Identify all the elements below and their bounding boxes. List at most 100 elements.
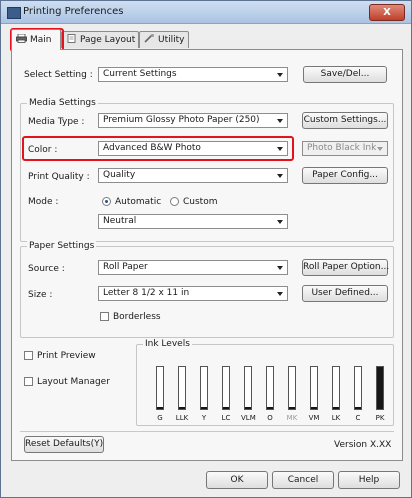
ink-label-lk: LK (331, 414, 341, 422)
layout-manager-label: Layout Manager (37, 377, 110, 387)
roll-paper-option-button[interactable]: Roll Paper Option... (302, 259, 389, 276)
ink-level-bar-o (266, 366, 274, 410)
ink-level-fill (333, 407, 339, 409)
mode-custom-label: Custom (183, 197, 218, 207)
black-ink-combo: Photo Black Ink (302, 141, 388, 156)
ink-label-vm: VM (308, 414, 320, 422)
ink-level-bar-lk (332, 366, 340, 410)
ink-level-bar-pk (376, 366, 384, 410)
color-combo[interactable]: Advanced B&W Photo (98, 141, 288, 156)
size-label: Size : (28, 290, 53, 300)
main-tab-panel: Select Setting : Current Settings Save/D… (11, 49, 403, 461)
ink-level-bar-y (200, 366, 208, 410)
chevron-down-icon (277, 174, 283, 178)
chevron-down-icon (277, 220, 283, 224)
print-quality-label: Print Quality : (28, 172, 90, 182)
color-value: Advanced B&W Photo (103, 143, 201, 153)
tab-page-layout[interactable]: Page Layout (61, 31, 139, 48)
layout-manager-checkbox[interactable] (24, 377, 33, 386)
title-bar[interactable]: Printing Preferences X (1, 1, 411, 24)
user-defined-button[interactable]: User Defined... (302, 285, 388, 302)
ink-level-fill (355, 407, 361, 409)
cancel-button[interactable]: Cancel (272, 471, 334, 489)
ink-label-pk: PK (375, 414, 385, 422)
chevron-down-icon (277, 292, 283, 296)
ink-level-bar-g (156, 366, 164, 410)
reset-defaults-button[interactable]: Reset Defaults(Y) (24, 436, 104, 453)
ink-level-fill (223, 407, 229, 409)
save-del-button[interactable]: Save/Del... (303, 66, 387, 83)
printer-icon (16, 34, 27, 43)
size-value: Letter 8 1/2 x 11 in (103, 288, 190, 298)
ink-label-g: G (157, 414, 163, 422)
ink-label-mk: MK (286, 414, 298, 422)
black-ink-value: Photo Black Ink (307, 143, 377, 153)
mode-automatic-radio[interactable] (102, 197, 111, 206)
print-quality-value: Quality (103, 170, 136, 180)
select-setting-value: Current Settings (103, 69, 177, 79)
ink-level-bar-c (354, 366, 362, 410)
ink-label-llk: LLK (175, 414, 189, 422)
ink-level-fill (267, 407, 273, 409)
utility-icon (144, 34, 154, 43)
chevron-down-icon (277, 119, 283, 123)
media-type-combo[interactable]: Premium Glossy Photo Paper (250) (98, 113, 288, 128)
ink-label-o: O (267, 414, 273, 422)
mode-label: Mode : (28, 197, 59, 207)
paper-settings-title: Paper Settings (27, 241, 97, 251)
close-button[interactable]: X (369, 4, 405, 21)
tab-main[interactable]: Main (11, 29, 61, 50)
ink-label-lc: LC (221, 414, 231, 422)
footer-divider (20, 431, 394, 432)
source-label: Source : (28, 264, 65, 274)
ink-level-fill (289, 407, 295, 409)
borderless-checkbox[interactable] (100, 312, 109, 321)
select-setting-combo[interactable]: Current Settings (98, 67, 288, 82)
print-quality-combo[interactable]: Quality (98, 168, 288, 183)
custom-settings-button[interactable]: Custom Settings... (302, 112, 388, 129)
media-type-label: Media Type : (28, 117, 85, 127)
chevron-down-icon (277, 147, 283, 151)
media-settings-title: Media Settings (27, 98, 98, 108)
source-value: Roll Paper (103, 262, 148, 272)
source-combo[interactable]: Roll Paper (98, 260, 288, 275)
tab-utility-label: Utility (158, 35, 185, 45)
tone-combo[interactable]: Neutral (98, 214, 288, 229)
media-type-value: Premium Glossy Photo Paper (250) (103, 115, 260, 125)
window-title: Printing Preferences (23, 6, 124, 17)
ink-level-bar-vlm (244, 366, 252, 410)
ink-level-fill (245, 407, 251, 409)
mode-automatic-label: Automatic (115, 197, 162, 207)
chevron-down-icon (277, 266, 283, 270)
tone-value: Neutral (103, 216, 137, 226)
tab-page-layout-label: Page Layout (80, 35, 136, 45)
ink-level-bar-mk (288, 366, 296, 410)
printing-preferences-window: Printing Preferences X Main Page Layout … (0, 0, 412, 498)
tab-main-label: Main (30, 35, 52, 45)
select-setting-label: Select Setting : (24, 70, 93, 80)
ink-level-bar-lc (222, 366, 230, 410)
page-layout-icon (67, 34, 76, 43)
color-label: Color : (28, 145, 58, 155)
ok-button[interactable]: OK (206, 471, 268, 489)
ink-label-y: Y (201, 414, 207, 422)
ink-level-fill (179, 407, 185, 409)
print-preview-checkbox[interactable] (24, 351, 33, 360)
ink-level-fill (377, 367, 383, 409)
ink-label-vlm: VLM (241, 414, 256, 422)
print-preview-label: Print Preview (37, 351, 96, 361)
printer-app-icon (7, 7, 21, 19)
ink-levels-title: Ink Levels (143, 339, 192, 349)
tab-utility[interactable]: Utility (139, 31, 189, 48)
ink-label-c: C (355, 414, 361, 422)
ink-level-fill (311, 407, 317, 409)
paper-config-button[interactable]: Paper Config... (302, 167, 388, 184)
chevron-down-icon (377, 147, 383, 151)
ink-level-fill (157, 407, 163, 409)
mode-custom-radio[interactable] (170, 197, 179, 206)
borderless-label: Borderless (113, 312, 161, 322)
size-combo[interactable]: Letter 8 1/2 x 11 in (98, 286, 288, 301)
ink-level-bar-llk (178, 366, 186, 410)
help-button[interactable]: Help (338, 471, 400, 489)
version-text: Version X.XX (334, 440, 392, 450)
